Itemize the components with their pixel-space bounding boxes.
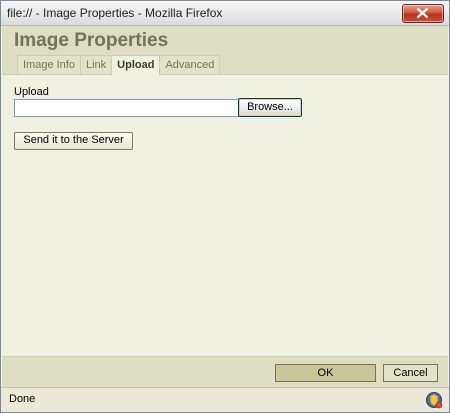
tab-link[interactable]: Link	[79, 55, 113, 74]
browse-button[interactable]: Browse...	[238, 98, 302, 117]
security-shield-icon[interactable]	[425, 391, 443, 409]
window-title: file:// - Image Properties - Mozilla Fir…	[7, 6, 223, 20]
upload-file-input[interactable]	[14, 99, 240, 117]
browser-window: file:// - Image Properties - Mozilla Fir…	[0, 0, 450, 413]
cancel-button[interactable]: Cancel	[383, 364, 438, 382]
tab-upload[interactable]: Upload	[111, 55, 161, 75]
dialog-title: Image Properties	[14, 30, 169, 51]
dialog-header: Image Properties Image Info Link Upload …	[2, 26, 448, 75]
ok-button[interactable]: OK	[275, 364, 376, 382]
tab-advanced[interactable]: Advanced	[159, 55, 221, 74]
tab-bar: Image Info Link Upload Advanced	[17, 55, 221, 75]
send-to-server-button[interactable]: Send it to the Server	[14, 132, 133, 150]
upload-panel: Upload Browse... Send it to the Server	[2, 75, 448, 356]
tab-image-info[interactable]: Image Info	[17, 55, 81, 74]
close-icon	[417, 8, 428, 18]
status-text: Done	[9, 393, 36, 405]
dialog-footer: OK Cancel	[2, 356, 448, 387]
title-bar[interactable]: file:// - Image Properties - Mozilla Fir…	[1, 1, 449, 26]
status-bar: Done	[1, 387, 449, 412]
upload-label: Upload	[14, 86, 49, 98]
close-button[interactable]	[402, 4, 444, 23]
